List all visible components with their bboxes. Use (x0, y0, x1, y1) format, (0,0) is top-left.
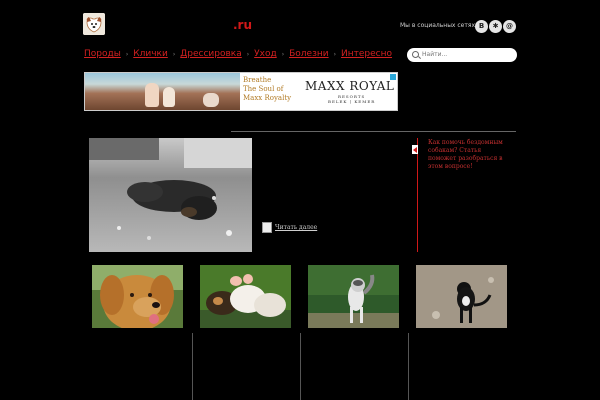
odnoklassniki-icon[interactable]: ✱ (489, 20, 502, 33)
gallery-thumb-golden-dog[interactable] (92, 265, 183, 328)
document-icon (262, 222, 272, 233)
main-nav: Породы › Клички › Дрессировка › Уход › Б… (84, 49, 392, 59)
nav-item-training[interactable]: Дрессировка (180, 49, 242, 59)
divider (231, 131, 516, 132)
gallery-thumb-husky[interactable] (308, 265, 399, 328)
nav-item-care[interactable]: Уход (254, 49, 277, 59)
nav-item-breeds[interactable]: Породы (84, 49, 121, 59)
arrow-left-icon (412, 145, 418, 154)
column-divider (408, 333, 409, 400)
gallery-thumb-puppies[interactable] (200, 265, 291, 328)
mailru-icon[interactable]: @ (503, 20, 516, 33)
nav-item-diseases[interactable]: Болезни (289, 49, 329, 59)
site-logo[interactable] (83, 13, 105, 35)
vk-icon[interactable]: B (475, 20, 488, 33)
ad-choices-icon[interactable] (390, 74, 396, 80)
nav-separator: › (246, 50, 250, 58)
column-divider (300, 333, 301, 400)
sidebar-teaser[interactable]: Как помочь бездомным собакам? Статья пом… (428, 139, 510, 171)
gallery-thumb-black-dog[interactable] (416, 265, 507, 328)
site-name[interactable]: .ru (233, 18, 252, 32)
ad-brand-sub: RESORTS BELEK | KEMER (328, 94, 376, 104)
nav-item-interesting[interactable]: Интересно (341, 49, 392, 59)
search-input[interactable] (422, 49, 512, 60)
social-label: Мы в социальных сетях: (400, 22, 478, 29)
article-photo[interactable] (89, 138, 252, 252)
ad-brand: MAXX ROYAL (305, 79, 395, 93)
nav-separator: › (125, 50, 129, 58)
nav-separator: › (333, 50, 337, 58)
nav-item-names[interactable]: Клички (133, 49, 168, 59)
ad-tagline: Breathe The Soul of Maxx Royalty (243, 76, 292, 102)
ad-photo (85, 73, 240, 110)
nav-separator: › (281, 50, 285, 58)
column-divider (192, 333, 193, 400)
search-icon[interactable] (412, 51, 419, 58)
sidebar-divider (417, 138, 418, 252)
ad-banner[interactable]: Breathe The Soul of Maxx Royalty MAXX RO… (84, 72, 398, 111)
nav-separator: › (172, 50, 176, 58)
read-more-link[interactable]: Читать далее (275, 224, 317, 231)
search-box (407, 48, 517, 62)
